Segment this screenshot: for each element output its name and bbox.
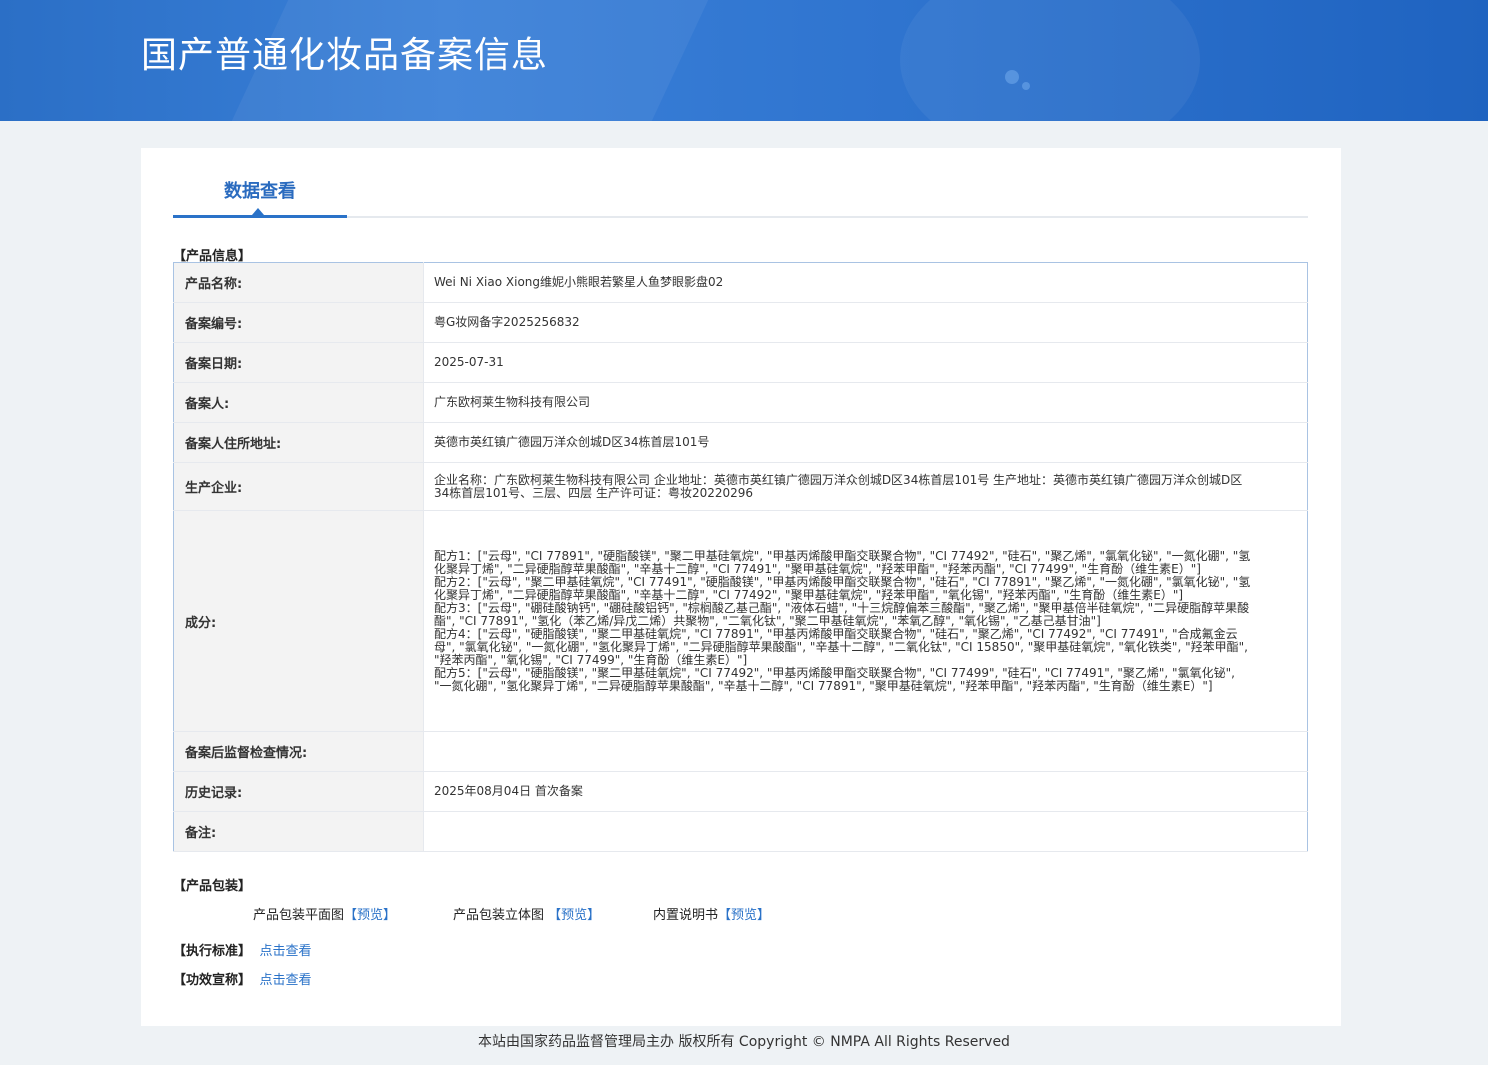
row-label: 历史记录: bbox=[173, 771, 424, 812]
banner-dot bbox=[1022, 82, 1030, 90]
remarks-value bbox=[423, 811, 1308, 852]
table-row: 生产企业: 企业名称：广东欧柯莱生物科技有限公司 企业地址：英德市英红镇广德园万… bbox=[173, 462, 1308, 511]
registration-date-value: 2025-07-31 bbox=[423, 342, 1308, 383]
row-label: 成分: bbox=[173, 510, 424, 732]
table-row: 成分: 配方1：["云母", "CI 77891", "硬脂酸镁", "聚二甲基… bbox=[173, 510, 1308, 732]
history-value: 2025年08月04日 首次备案 bbox=[423, 771, 1308, 812]
formula-4: 配方4：["云母", "硬脂酸镁", "聚二甲基硅氧烷", "CI 77891"… bbox=[434, 626, 1248, 667]
tab-label: 数据查看 bbox=[224, 181, 296, 202]
table-row: 备注: bbox=[173, 811, 1308, 852]
formula-5: 配方5：["云母", "硬脂酸镁", "聚二甲基硅氧烷", "CI 77492"… bbox=[434, 665, 1235, 693]
table-row: 备案日期: 2025-07-31 bbox=[173, 342, 1308, 383]
efficacy-row: 【功效宣称】 点击查看 bbox=[173, 969, 312, 988]
standard-label: 【执行标准】 bbox=[173, 944, 252, 959]
packaging-3d-preview-link[interactable]: 【预览】 bbox=[548, 908, 600, 923]
tab-data-view[interactable]: 数据查看 bbox=[173, 148, 347, 218]
page-title: 国产普通化妆品备案信息 bbox=[141, 35, 549, 76]
formula-1: 配方1：["云母", "CI 77891", "硬脂酸镁", "聚二甲基硅氧烷"… bbox=[434, 548, 1251, 576]
manufacturer-value: 企业名称：广东欧柯莱生物科技有限公司 企业地址：英德市英红镇广德园万洋众创城D区… bbox=[423, 462, 1308, 511]
table-row: 备案后监督检查情况: bbox=[173, 731, 1308, 772]
product-info-table: 产品名称: Wei Ni Xiao Xiong维妮小熊眼若繁星人鱼梦眼影盘02 … bbox=[173, 262, 1308, 852]
registrant-address-value: 英德市英红镇广德园万洋众创城D区34栋首层101号 bbox=[423, 422, 1308, 463]
standard-view-link[interactable]: 点击查看 bbox=[260, 944, 312, 959]
row-label: 备案人住所地址: bbox=[173, 422, 424, 463]
row-label: 备案日期: bbox=[173, 342, 424, 383]
table-row: 备案人: 广东欧柯莱生物科技有限公司 bbox=[173, 382, 1308, 423]
ingredients-value: 配方1：["云母", "CI 77891", "硬脂酸镁", "聚二甲基硅氧烷"… bbox=[423, 510, 1308, 732]
manual-item: 内置说明书【预览】 bbox=[653, 904, 770, 923]
page-banner: 国产普通化妆品备案信息 bbox=[0, 0, 1488, 121]
registrant-value: 广东欧柯莱生物科技有限公司 bbox=[423, 382, 1308, 423]
banner-decoration-circle bbox=[900, 0, 1200, 121]
standard-row: 【执行标准】 点击查看 bbox=[173, 940, 312, 959]
row-label: 备案编号: bbox=[173, 302, 424, 343]
row-label: 生产企业: bbox=[173, 462, 424, 511]
packaging-heading: 【产品包装】 bbox=[173, 879, 252, 894]
packaging-flat-label: 产品包装平面图 bbox=[253, 908, 345, 923]
footer-copyright: 本站由国家药品监督管理局主办 版权所有 Copyright © NMPA All… bbox=[478, 1034, 1010, 1050]
row-label: 备案人: bbox=[173, 382, 424, 423]
table-row: 产品名称: Wei Ni Xiao Xiong维妮小熊眼若繁星人鱼梦眼影盘02 bbox=[173, 262, 1308, 303]
packaging-flat-item: 产品包装平面图【预览】 bbox=[253, 904, 396, 923]
table-row: 备案编号: 粤G妆网备字2025256832 bbox=[173, 302, 1308, 343]
manual-label: 内置说明书 bbox=[653, 908, 719, 923]
efficacy-label: 【功效宣称】 bbox=[173, 973, 252, 988]
table-row: 备案人住所地址: 英德市英红镇广德园万洋众创城D区34栋首层101号 bbox=[173, 422, 1308, 463]
tab-active-indicator bbox=[252, 208, 264, 215]
table-row: 历史记录: 2025年08月04日 首次备案 bbox=[173, 771, 1308, 812]
efficacy-view-link[interactable]: 点击查看 bbox=[260, 973, 312, 988]
manual-preview-link[interactable]: 【预览】 bbox=[718, 908, 770, 923]
row-label: 备注: bbox=[173, 811, 424, 852]
registration-number-value: 粤G妆网备字2025256832 bbox=[423, 302, 1308, 343]
row-label: 产品名称: bbox=[173, 262, 424, 303]
row-label: 备案后监督检查情况: bbox=[173, 731, 424, 772]
packaging-3d-item: 产品包装立体图 【预览】 bbox=[453, 904, 600, 923]
product-name-value: Wei Ni Xiao Xiong维妮小熊眼若繁星人鱼梦眼影盘02 bbox=[423, 262, 1308, 303]
content-card: 数据查看 【产品信息】 产品名称: Wei Ni Xiao Xiong维妮小熊眼… bbox=[141, 148, 1341, 1026]
inspection-value bbox=[423, 731, 1308, 772]
packaging-3d-label: 产品包装立体图 bbox=[453, 908, 549, 923]
banner-dot bbox=[1005, 70, 1019, 84]
formula-3: 配方3：["云母", "硼硅酸钠钙", "硼硅酸铝钙", "棕榈酸乙基己酯", … bbox=[434, 600, 1250, 628]
packaging-flat-preview-link[interactable]: 【预览】 bbox=[344, 908, 396, 923]
tab-bar: 数据查看 bbox=[173, 148, 1308, 218]
formula-2: 配方2：["云母", "聚二甲基硅氧烷", "CI 77491", "硬脂酸镁"… bbox=[434, 574, 1251, 602]
